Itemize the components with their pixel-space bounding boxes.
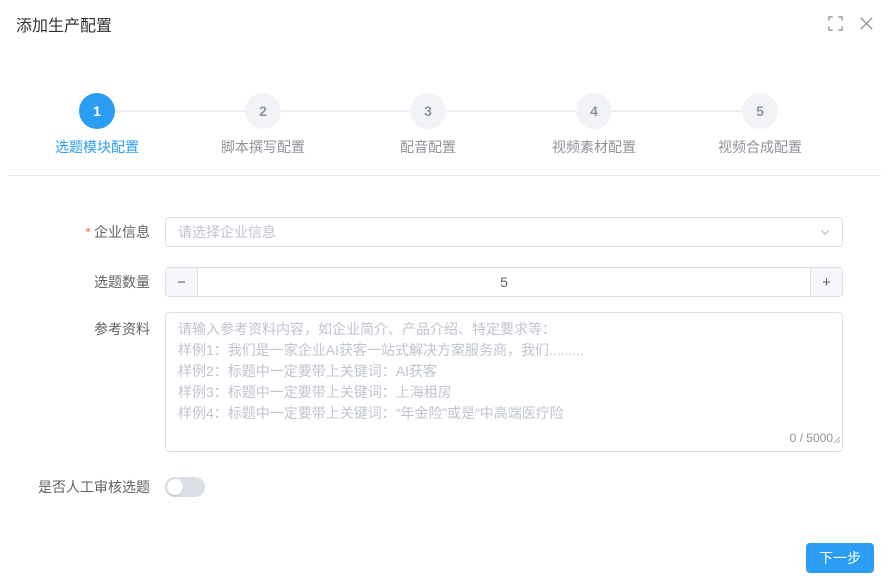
company-select[interactable] <box>165 217 843 247</box>
section-divider <box>8 175 881 176</box>
dialog-title: 添加生产配置 <box>16 12 112 36</box>
reference-label: 参考资料 <box>0 312 150 339</box>
stepper: 1 2 3 4 5 选题模块配置 脚本撰写配置 配音配置 视频素材配置 视频合成… <box>0 93 890 153</box>
char-counter: 0 / 5000 <box>786 431 833 445</box>
company-select-input[interactable] <box>178 224 818 240</box>
step-4-circle: 4 <box>576 93 612 129</box>
step-connector <box>115 110 245 112</box>
step-1-label: 选题模块配置 <box>17 137 177 157</box>
required-asterisk: * <box>86 224 91 240</box>
resize-grip-icon[interactable] <box>832 431 841 449</box>
step-2-circle: 2 <box>245 93 281 129</box>
topic-count-row: 选题数量 − + <box>0 266 843 298</box>
manual-review-label: 是否人工审核选题 <box>0 477 150 497</box>
manual-review-row: 是否人工审核选题 <box>0 476 843 498</box>
step-connector <box>281 110 410 112</box>
fullscreen-icon[interactable] <box>827 15 843 31</box>
next-step-button[interactable]: 下一步 <box>806 543 874 573</box>
increase-button[interactable]: + <box>810 268 842 296</box>
topic-count-stepper: − + <box>165 267 843 297</box>
chevron-down-icon <box>818 225 832 239</box>
add-production-config-dialog: 添加生产配置 1 2 3 4 5 选题模块配置 脚本撰写配置 配音配置 视频素材… <box>0 0 890 585</box>
step-connector <box>446 110 576 112</box>
close-icon[interactable] <box>858 15 874 31</box>
reference-row: 参考资料 0 / 5000 <box>0 312 843 452</box>
step-3-label: 配音配置 <box>348 137 508 157</box>
step-5-circle: 5 <box>742 93 778 129</box>
toggle-knob <box>167 479 183 495</box>
step-3-circle: 3 <box>410 93 446 129</box>
reference-textarea[interactable] <box>165 312 843 452</box>
step-4-label: 视频素材配置 <box>514 137 674 157</box>
step-5-label: 视频合成配置 <box>680 137 840 157</box>
topic-count-input[interactable] <box>198 268 810 296</box>
company-info-label: *企业信息 <box>0 222 150 242</box>
step-2-label: 脚本撰写配置 <box>183 137 343 157</box>
step-1-circle: 1 <box>79 93 115 129</box>
step-connector <box>612 110 742 112</box>
topic-count-label: 选题数量 <box>0 272 150 292</box>
decrease-button[interactable]: − <box>166 268 198 296</box>
manual-review-toggle[interactable] <box>165 477 205 497</box>
dialog-header-actions <box>827 15 874 31</box>
company-info-row: *企业信息 <box>0 216 843 248</box>
